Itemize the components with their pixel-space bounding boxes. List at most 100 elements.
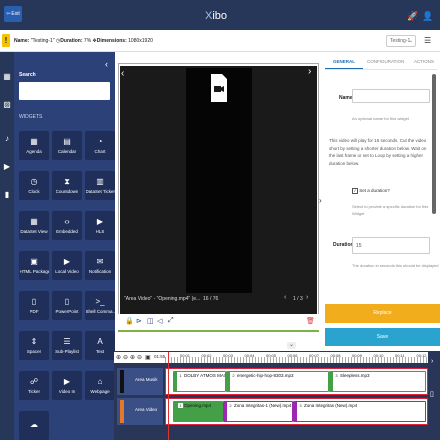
widget-tile[interactable]: ☰ Sub-Playlist bbox=[52, 331, 82, 360]
preview-prev-icon[interactable]: ‹ bbox=[121, 68, 124, 79]
speaker-icon[interactable]: ◁ bbox=[157, 317, 162, 325]
widget-tile[interactable]: ⇕ Spacer bbox=[19, 331, 49, 360]
widget-icon: ▦ bbox=[30, 137, 38, 146]
collapse-toolbox-icon[interactable]: ‹ bbox=[105, 59, 108, 69]
widget-tile[interactable]: ◔ Chart bbox=[85, 131, 115, 160]
widget-icon: ▶ bbox=[96, 217, 104, 226]
zoom-in-icon[interactable]: ⊕ bbox=[116, 354, 121, 361]
rocket-icon[interactable]: 🚀 bbox=[407, 10, 418, 22]
widget-icon: ▣ bbox=[30, 257, 38, 266]
audio-icon[interactable]: ♪ bbox=[1, 133, 13, 145]
prev-widget-icon[interactable]: ‹ bbox=[284, 294, 286, 301]
clip-number: 3 bbox=[334, 373, 339, 378]
widget-icon: ▥ bbox=[96, 177, 104, 186]
widget-tile[interactable]: ✉ Notification bbox=[85, 251, 115, 280]
chevron-right-icon[interactable]: › bbox=[319, 196, 322, 205]
widget-label: DataSet Ticker bbox=[85, 189, 115, 194]
fullscreen-icon[interactable]: ⤢ bbox=[168, 317, 174, 325]
widget-label: DataSet View bbox=[20, 229, 48, 234]
widget-tile[interactable]: ▤ Calendar bbox=[52, 131, 82, 160]
lock-icon[interactable]: 🔒 bbox=[125, 317, 134, 325]
timeline-clip[interactable]: 3 Sleepless.mp3 bbox=[329, 371, 426, 392]
phone-icon[interactable]: ▯ bbox=[430, 390, 434, 398]
duration-input[interactable]: 15 bbox=[352, 237, 430, 254]
tab-configuration[interactable]: CONFIGURATION bbox=[367, 59, 404, 64]
page-counter: 1 / 3 bbox=[293, 296, 303, 302]
trash-icon[interactable]: 🗑 bbox=[306, 317, 315, 325]
user-icon[interactable]: 👤 bbox=[422, 10, 433, 22]
widget-tile[interactable]: ⧗ Countdown bbox=[52, 171, 82, 200]
widget-tile[interactable]: ▯ PDF bbox=[19, 291, 49, 320]
menu-icon[interactable]: ☰ bbox=[424, 36, 431, 45]
widget-tile[interactable]: ▣ HTML Package bbox=[19, 251, 49, 280]
timeline-start-time: 01:55 bbox=[154, 354, 166, 359]
video-duration-info: This video will play for 15 seconds. Cut… bbox=[329, 138, 427, 166]
track-header[interactable]: Area Video bbox=[117, 398, 163, 425]
widget-label: Spacer bbox=[26, 349, 42, 354]
widget-tile[interactable]: ▦ Agenda bbox=[19, 131, 49, 160]
layout-select[interactable]: Testing-1 ⌄ bbox=[386, 35, 416, 47]
zoom-fit-icon[interactable]: ⊕ bbox=[130, 354, 135, 361]
timeline-clip[interactable]: 1DOLBY ATMOS MASTE... bbox=[173, 371, 226, 392]
warning-icon[interactable]: ! bbox=[2, 34, 10, 47]
tab-actions[interactable]: ACTIONS bbox=[414, 59, 434, 64]
zoom-out-icon[interactable]: ⊖ bbox=[123, 354, 128, 361]
pause-icon[interactable]: ◫ bbox=[147, 317, 154, 325]
zoom-reset-icon[interactable]: ⊖ bbox=[137, 354, 142, 361]
widget-icon: ▯ bbox=[31, 297, 37, 306]
set-duration-hint: Select to provide a specific duration fo… bbox=[352, 204, 429, 216]
timeline-clip[interactable]: 3 Zona Integritas (New).mp4 bbox=[293, 401, 426, 422]
image-icon[interactable]: ▨ bbox=[1, 99, 13, 111]
clip-color-strip bbox=[330, 372, 333, 391]
collapse-preview-icon[interactable]: ⌄ bbox=[287, 342, 296, 349]
set-duration-row[interactable]: ✓ Set a duration? bbox=[352, 188, 390, 194]
widget-tile[interactable]: ▥ DataSet Ticker bbox=[85, 171, 115, 200]
track-header[interactable]: Area Musik bbox=[117, 368, 163, 395]
widget-tile[interactable]: ▶ HLS bbox=[85, 211, 115, 240]
widget-label: Agenda bbox=[26, 149, 42, 154]
widget-tile[interactable]: ▶ Local Video bbox=[52, 251, 82, 280]
widget-label: Shell Comma... bbox=[85, 309, 115, 314]
widget-tile[interactable]: ☁ bbox=[19, 411, 49, 440]
tick-label: 00:12 bbox=[416, 353, 427, 358]
widget-tile[interactable]: ‹› Embedded bbox=[52, 211, 82, 240]
clip-number: 1 bbox=[178, 403, 183, 408]
widget-label: Chart bbox=[94, 149, 106, 154]
widget-label: Webpage bbox=[90, 389, 110, 394]
time-display-icon[interactable]: ▣ bbox=[145, 354, 151, 361]
scroll-right-icon[interactable]: › bbox=[431, 358, 433, 365]
play-icon[interactable]: ⊳ bbox=[136, 317, 142, 325]
widget-label: HLS bbox=[95, 229, 105, 234]
widget-tile[interactable]: ◷ Clock bbox=[19, 171, 49, 200]
widgets-icon[interactable]: ▦ bbox=[1, 71, 13, 83]
widget-label: Calendar bbox=[57, 149, 77, 154]
search-input[interactable] bbox=[19, 82, 110, 100]
widget-tile[interactable]: ▦ DataSet View bbox=[19, 211, 49, 240]
widget-tile[interactable]: ▯ PowerPoint bbox=[52, 291, 82, 320]
widget-tile[interactable]: ⌂ Webpage bbox=[85, 371, 115, 400]
timeline-clip[interactable]: 2 energetic-hip-hop-8303.mp3 bbox=[226, 371, 329, 392]
preview-next-icon[interactable]: › bbox=[308, 66, 311, 77]
next-widget-icon[interactable]: › bbox=[306, 294, 308, 301]
exit-button[interactable]: ⇦ Exit bbox=[4, 6, 22, 22]
timeline-clip[interactable]: 2 Zona Integritas-1 (New).mp4 bbox=[223, 401, 293, 422]
widget-tile[interactable]: >_ Shell Comma... bbox=[85, 291, 115, 320]
name-input[interactable] bbox=[352, 89, 430, 103]
video-icon[interactable]: ▶ bbox=[1, 161, 13, 173]
widget-icon: ▶ bbox=[63, 377, 71, 386]
widget-tile[interactable]: ☍ Ticker bbox=[19, 371, 49, 400]
replace-button[interactable]: Replace bbox=[325, 304, 440, 323]
clip-label: Opening.mp4 bbox=[184, 403, 212, 408]
delete-icon[interactable]: ▮ bbox=[1, 189, 13, 201]
tick-label: 00:06 bbox=[287, 353, 298, 358]
tick-label: 00:01 bbox=[180, 353, 191, 358]
widget-tile[interactable]: A Text bbox=[85, 331, 115, 360]
timeline-clip[interactable]: 1 Opening.mp4 bbox=[173, 401, 223, 422]
clip-color-strip bbox=[227, 372, 230, 391]
widget-label: Text bbox=[95, 349, 105, 354]
tab-general[interactable]: GENERAL bbox=[333, 59, 355, 64]
widget-tile[interactable]: ▶ Video In bbox=[52, 371, 82, 400]
widget-icon: ▯ bbox=[64, 297, 70, 306]
timeline-playhead[interactable] bbox=[168, 352, 169, 440]
save-button[interactable]: Save bbox=[325, 328, 440, 346]
